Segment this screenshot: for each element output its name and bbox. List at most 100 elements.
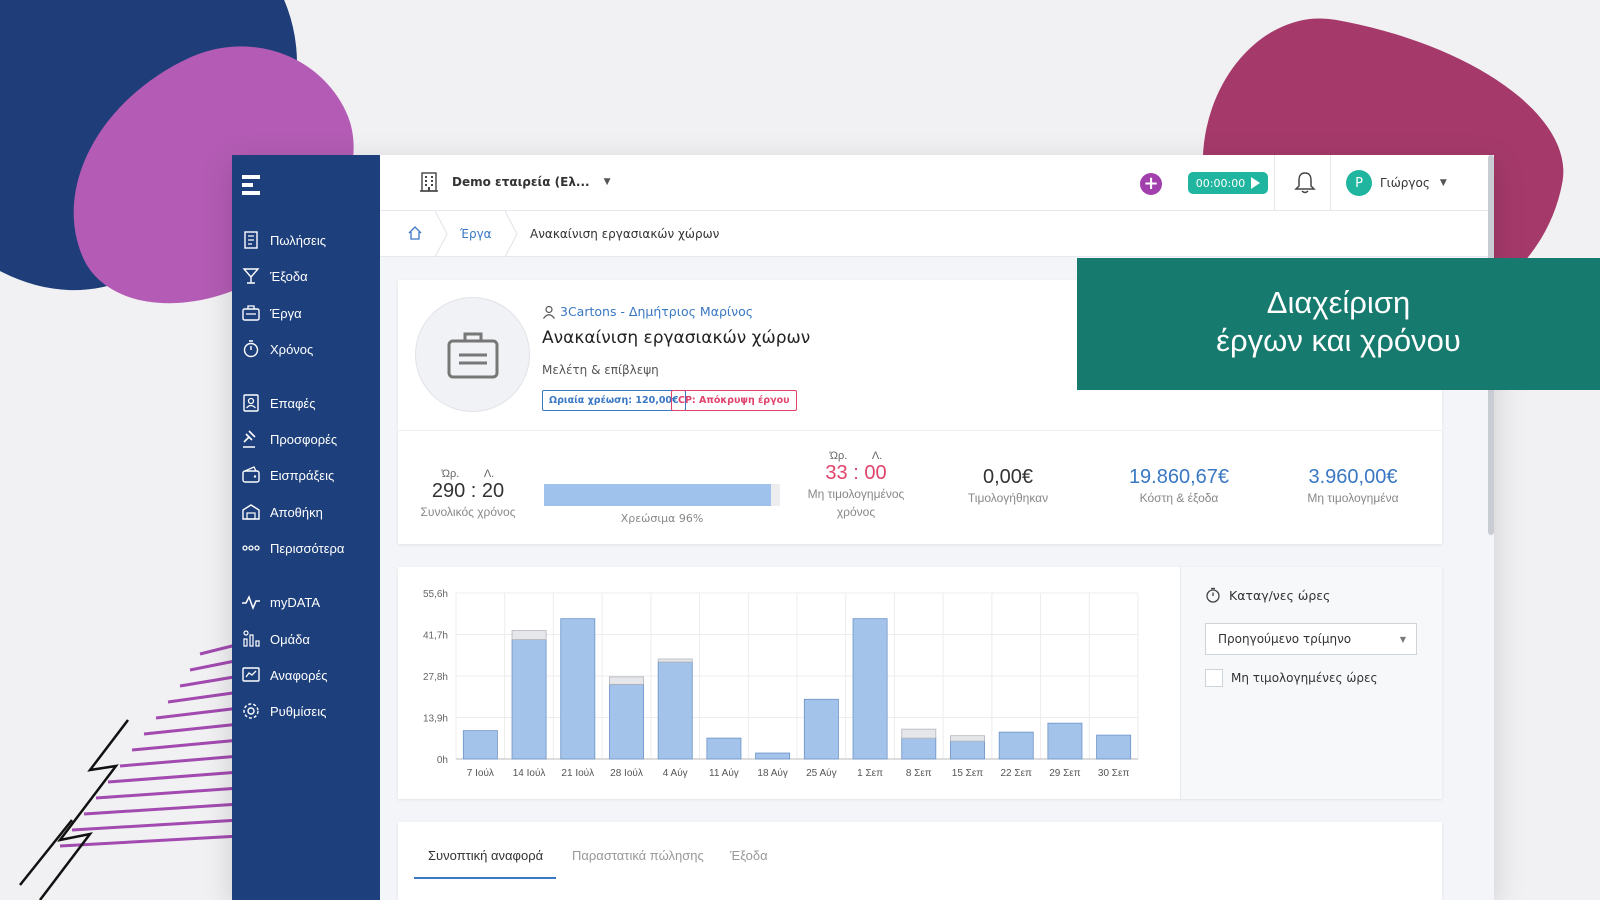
more-dots-icon: [240, 538, 262, 558]
tab-expenses[interactable]: Έξοδα: [730, 848, 768, 863]
cocktail-icon: [240, 266, 262, 286]
x-tick-label: 1 Σεπ: [857, 768, 883, 779]
breadcrumb-link-projects[interactable]: Έργα: [460, 227, 492, 241]
bar-billed: [852, 618, 888, 760]
unbilled-hours: 33: [825, 462, 848, 484]
bar-unbilled: [657, 658, 693, 663]
sidebar-item-3[interactable]: Έργα: [232, 298, 380, 328]
breadcrumb-separator: [434, 211, 448, 257]
x-tick-label: 21 Ιούλ: [561, 767, 594, 779]
chevron-down-icon: ▼: [603, 177, 611, 187]
sidebar-item-10[interactable]: myDATA: [232, 587, 380, 617]
y-tick-label: 41,7h: [423, 631, 448, 642]
sidebar-item-13[interactable]: Ρυθμίσεις: [232, 696, 380, 726]
sidebar-item-label: Εισπράξεις: [270, 467, 335, 483]
unbilled-hours-filter: Μη τιμολογημένες ώρες: [1205, 669, 1378, 687]
unbilled-time-stat: Ώρ. Λ. 33 : 00 Μη τιμολογημένος χρόνος: [798, 450, 914, 521]
costs-value: 19.860,67€: [1128, 466, 1230, 488]
stopwatch-icon: [240, 339, 262, 359]
chevron-down-icon: ▼: [1439, 178, 1447, 188]
sidebar-item-6[interactable]: Προσφορές: [232, 424, 380, 454]
client-link[interactable]: 3Cartons - Δημήτριος Μαρίνος: [542, 304, 753, 319]
breadcrumb-current: Ανακαίνιση εργασιακών χώρων: [530, 227, 720, 241]
period-select[interactable]: Προηγούμενο τρίμηνο ▼: [1205, 623, 1417, 655]
hours-label: Ώρ.: [441, 468, 460, 480]
sidebar-item-11[interactable]: Ομάδα: [232, 624, 380, 654]
promo-line-1: Διαχείριση: [1266, 285, 1411, 320]
x-tick-label: 8 Σεπ: [906, 768, 932, 779]
sidebar-item-label: Αποθήκη: [270, 504, 323, 520]
y-tick-label: 0h: [437, 755, 448, 766]
bar-billed: [1047, 722, 1083, 760]
sidebar-item-2[interactable]: Έξοδα: [232, 261, 380, 291]
chart-filters: Καταγ/νες ώρες Προηγούμενο τρίμηνο ▼ Μη …: [1180, 567, 1442, 799]
sidebar-item-label: Προσφορές: [270, 431, 338, 447]
client-name: 3Cartons - Δημήτριος Μαρίνος: [560, 304, 754, 319]
costs-caption: Κόστη & έξοδα: [1139, 491, 1219, 505]
invoiced-caption: Τιμολογήθηκαν: [967, 491, 1049, 505]
bar-billed: [609, 683, 644, 760]
building-icon: [420, 172, 438, 192]
timer-button[interactable]: 00:00:00: [1188, 172, 1268, 194]
stopwatch-icon: [1206, 587, 1220, 603]
minutes-label: Λ.: [871, 450, 883, 462]
x-tick-label: 25 Αύγ: [806, 767, 837, 779]
sidebar-item-7[interactable]: Εισπράξεις: [232, 460, 380, 490]
warehouse-icon: [240, 502, 262, 522]
app-logo-icon[interactable]: [242, 175, 260, 195]
sidebar-item-8[interactable]: Αποθήκη: [232, 497, 380, 527]
sidebar-item-label: Αναφορές: [270, 667, 328, 683]
quick-add-button[interactable]: +: [1140, 173, 1162, 195]
divider: [1330, 155, 1331, 211]
top-bar: Demo εταιρεία (Ελ... ▼ + 00:00:00 Ρ Γιώρ…: [380, 155, 1494, 211]
bar-billed: [706, 737, 742, 760]
sidebar-item-label: Πωλήσεις: [270, 232, 326, 248]
invoiced-value: 0,00€: [982, 466, 1034, 488]
x-tick-label: 15 Σεπ: [952, 768, 984, 779]
avatar: Ρ: [1346, 170, 1372, 196]
invoiced-stat: 0,00€ Τιμολογήθηκαν: [948, 466, 1068, 507]
sidebar-item-9[interactable]: Περισσότερα: [232, 533, 380, 563]
x-tick-label: 22 Σεπ: [1000, 768, 1032, 779]
sidebar-item-label: myDATA: [270, 594, 321, 610]
x-tick-label: 7 Ιούλ: [467, 767, 494, 779]
company-switcher[interactable]: Demo εταιρεία (Ελ... ▼: [418, 171, 611, 193]
chart-side-title: Καταγ/νες ώρες: [1205, 587, 1330, 603]
briefcase-icon: [447, 332, 498, 378]
sidebar-item-5[interactable]: Επαφές: [232, 388, 380, 418]
receipt-icon: [240, 230, 262, 250]
user-menu[interactable]: Ρ Γιώργος ▼: [1346, 170, 1447, 196]
x-tick-label: 29 Σεπ: [1049, 768, 1081, 779]
contacts-icon: [240, 393, 262, 413]
divider: [398, 430, 1442, 431]
decor-stripes: [19, 642, 241, 900]
promo-banner: Διαχείριση έργων και χρόνου: [1077, 258, 1600, 390]
promo-line-2: έργων και χρόνου: [1216, 323, 1461, 358]
not-invoiced-value: 3.960,00€: [1308, 466, 1398, 488]
y-tick-label: 55,6h: [423, 589, 448, 600]
tab-sales-documents[interactable]: Παραστατικά πώλησης: [572, 848, 704, 863]
bar-billed: [511, 639, 547, 760]
sidebar-item-1[interactable]: Πωλήσεις: [232, 225, 380, 255]
project-avatar: [415, 297, 530, 412]
bar-billed: [803, 698, 839, 760]
minutes-label: Λ.: [483, 468, 495, 480]
project-title: Ανακαίνιση εργασιακών χώρων: [542, 328, 811, 348]
unbilled-hours-checkbox[interactable]: [1205, 669, 1223, 687]
chevron-down-icon: ▼: [1399, 635, 1406, 644]
x-tick-label: 18 Αύγ: [757, 767, 788, 779]
hours-label: Ώρ.: [829, 450, 848, 462]
sidebar-item-4[interactable]: Χρόνος: [232, 334, 380, 364]
tab-summary-report[interactable]: Συνοπτική αναφορά: [428, 848, 543, 863]
bell-icon[interactable]: [1294, 171, 1316, 195]
unbilled-minutes: 00: [864, 462, 887, 484]
sidebar-item-label: Χρόνος: [270, 341, 314, 357]
y-tick-label: 13,9h: [423, 714, 448, 725]
home-icon[interactable]: [408, 226, 422, 240]
x-tick-label: 4 Αύγ: [663, 767, 688, 779]
sidebar-item-12[interactable]: Αναφορές: [232, 660, 380, 690]
not-invoiced-stat: 3.960,00€ Μη τιμολογημένα: [1288, 466, 1418, 507]
x-tick-label: 14 Ιούλ: [513, 767, 546, 779]
sidebar-item-label: Περισσότερα: [270, 540, 345, 556]
bar-unbilled: [950, 735, 985, 742]
